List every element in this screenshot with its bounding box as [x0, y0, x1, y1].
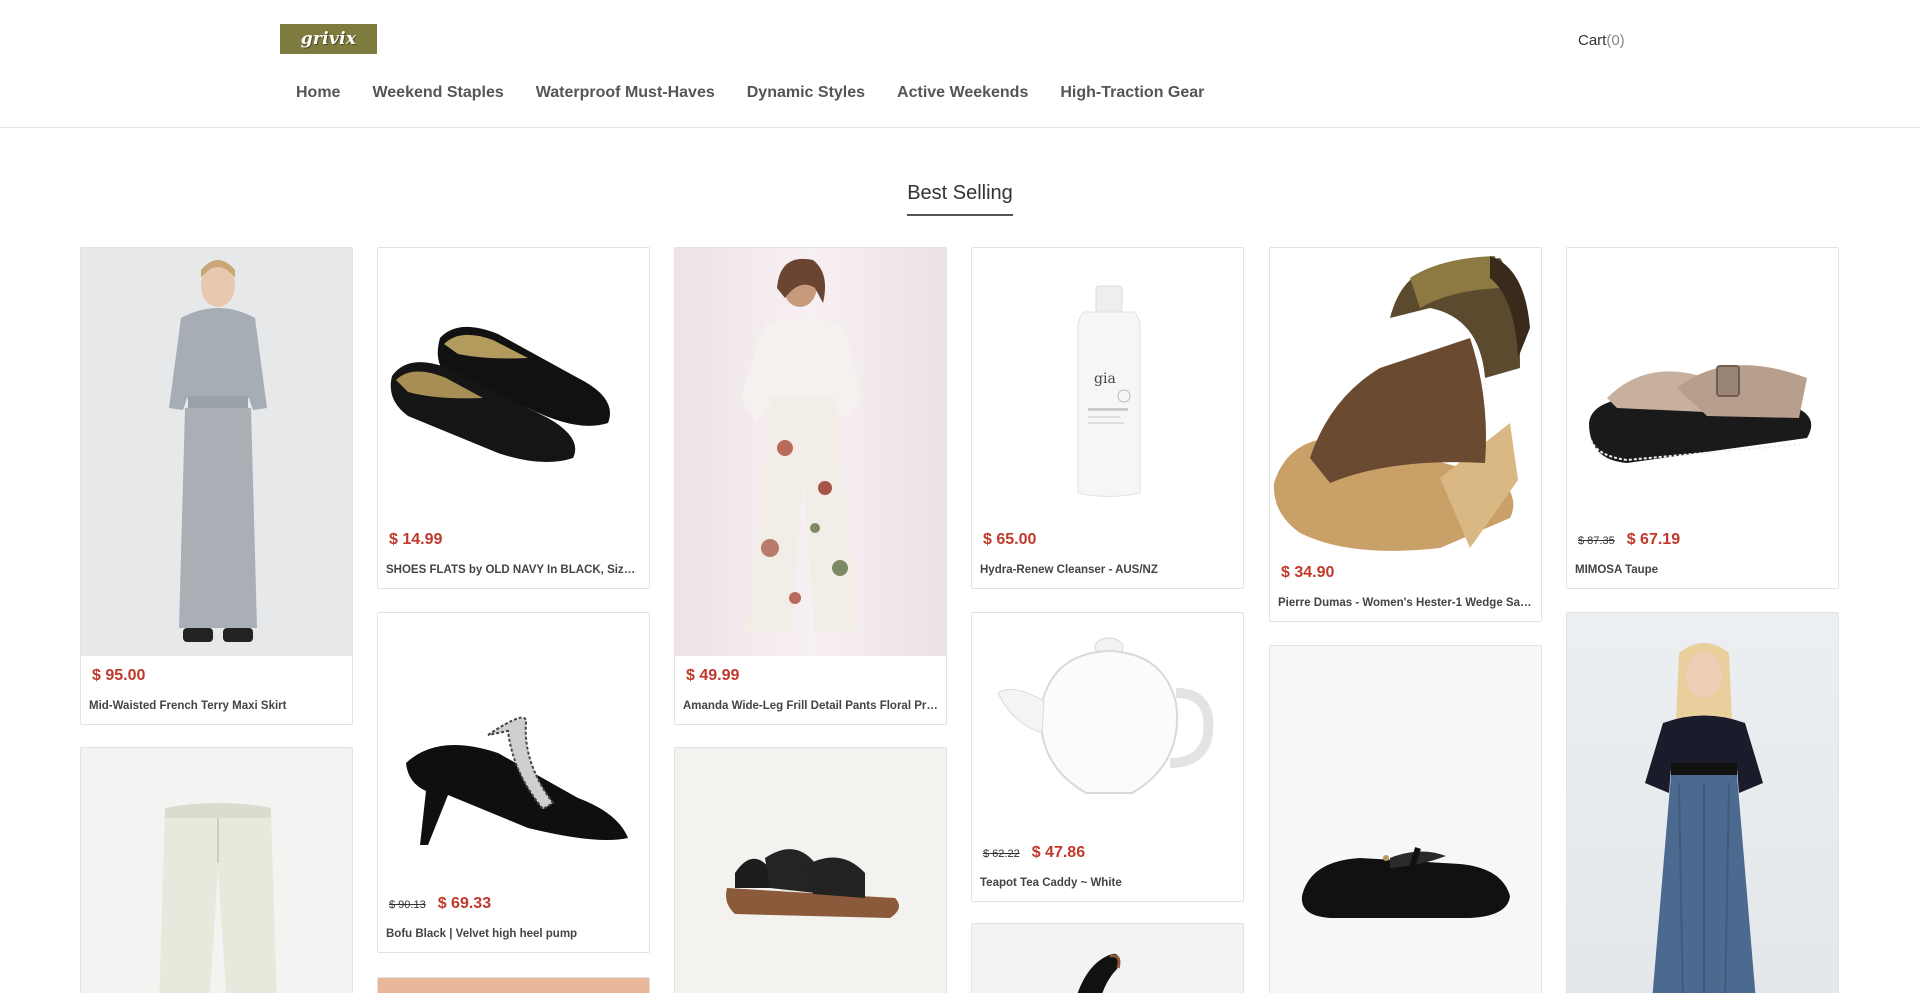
model-grey-hoodie-skirt-icon — [169, 260, 267, 642]
product-old-price: $ 87.35 — [1578, 535, 1615, 547]
white-teapot-caddy-icon — [997, 637, 1214, 794]
black-velvet-pump-icon — [406, 716, 628, 845]
black-strap-sandal-icon — [726, 849, 899, 918]
svg-text:gia: gia — [1094, 371, 1116, 387]
product-price: $ 34.90 — [1281, 564, 1335, 581]
product-image[interactable] — [378, 248, 649, 520]
model-floral-wide-pants-icon — [741, 258, 861, 633]
model-denim-skirt-icon — [1645, 643, 1763, 993]
product-image[interactable] — [972, 924, 1243, 993]
taupe-strap-sandal-icon — [1589, 365, 1812, 463]
price-row: $ 34.90 — [1270, 553, 1541, 591]
product-image[interactable] — [675, 248, 946, 656]
nav-item-active-weekends[interactable]: Active Weekends — [881, 84, 1044, 102]
bronze-wedge-sandal-icon — [1273, 256, 1530, 551]
product-card[interactable]: $ 90.13 $ 69.33 Bofu Black | Velvet high … — [377, 612, 650, 953]
product-price: $ 14.99 — [389, 531, 443, 548]
product-old-price: $ 90.13 — [389, 899, 426, 911]
peach-product-icon[interactable] — [378, 978, 649, 993]
logo[interactable]: grivix — [280, 24, 377, 54]
product-card[interactable] — [971, 923, 1244, 993]
nav-item-dynamic-styles[interactable]: Dynamic Styles — [731, 84, 881, 102]
black-leather-pump-icon — [1077, 953, 1121, 993]
product-card[interactable] — [80, 747, 353, 993]
nav-item-high-traction-gear[interactable]: High-Traction Gear — [1044, 84, 1220, 102]
product-image[interactable] — [1567, 248, 1838, 520]
product-price: $ 49.99 — [686, 667, 740, 684]
product-name[interactable]: Teapot Tea Caddy ~ White — [972, 871, 1243, 901]
price-row: $ 87.35 $ 67.19 — [1567, 520, 1838, 558]
product-price: $ 47.86 — [1031, 844, 1086, 861]
product-image[interactable] — [972, 613, 1243, 833]
product-image[interactable]: gia — [972, 248, 1243, 520]
product-name[interactable]: SHOES FLATS by OLD NAVY In BLACK, Size: … — [378, 558, 649, 588]
cart-link[interactable]: Cart(0) — [1578, 32, 1625, 49]
product-image[interactable] — [81, 248, 352, 656]
product-price: $ 95.00 — [92, 667, 146, 684]
product-image[interactable] — [81, 748, 352, 993]
product-price: $ 65.00 — [983, 531, 1037, 548]
product-card[interactable] — [674, 747, 947, 993]
product-card[interactable]: $ 62.22 $ 47.86 Teapot Tea Caddy ~ White — [971, 612, 1244, 902]
price-row: $ 90.13 $ 69.33 — [378, 884, 649, 922]
nav-item-waterproof-must-haves[interactable]: Waterproof Must-Haves — [520, 84, 731, 102]
product-name[interactable]: MIMOSA Taupe — [1567, 558, 1838, 588]
product-old-price: $ 62.22 — [983, 848, 1020, 860]
price-row: $ 62.22 $ 47.86 — [972, 833, 1243, 871]
main-nav: Home Weekend Staples Waterproof Must-Hav… — [280, 84, 1220, 102]
black-suede-flats-icon — [390, 326, 610, 462]
product-card[interactable] — [1566, 612, 1839, 993]
cart-count: (0) — [1606, 32, 1625, 49]
black-mary-jane-flat-icon — [1301, 847, 1510, 918]
product-card[interactable] — [1269, 645, 1542, 993]
product-name[interactable]: Amanda Wide-Leg Frill Detail Pants Flora… — [675, 694, 946, 724]
product-name[interactable]: Bofu Black | Velvet high heel pump — [378, 922, 649, 952]
price-row: $ 95.00 — [81, 656, 352, 694]
price-row: $ 49.99 — [675, 656, 946, 694]
cream-trousers-icon — [159, 803, 277, 993]
section-title-text: Best Selling — [907, 182, 1013, 216]
product-image[interactable] — [1270, 248, 1541, 553]
logo-text: grivix — [300, 29, 357, 49]
product-name[interactable]: Pierre Dumas - Women's Hester-1 Wedge Sa… — [1270, 591, 1541, 621]
product-card[interactable]: $ 34.90 Pierre Dumas - Women's Hester-1 … — [1269, 247, 1542, 622]
product-name[interactable]: Hydra-Renew Cleanser - AUS/NZ — [972, 558, 1243, 588]
product-card[interactable]: gia $ 65.00 Hydra-Renew Cleanser - AUS/N… — [971, 247, 1244, 589]
product-image[interactable] — [378, 613, 649, 884]
product-card[interactable]: $ 95.00 Mid-Waisted French Terry Maxi Sk… — [80, 247, 353, 725]
product-name[interactable]: Mid-Waisted French Terry Maxi Skirt — [81, 694, 352, 724]
section-title: Best Selling — [0, 182, 1920, 216]
nav-item-home[interactable]: Home — [280, 84, 356, 102]
price-row: $ 65.00 — [972, 520, 1243, 558]
product-card[interactable]: $ 87.35 $ 67.19 MIMOSA Taupe — [1566, 247, 1839, 589]
cart-label: Cart — [1578, 32, 1607, 49]
product-price: $ 67.19 — [1626, 531, 1681, 548]
product-card[interactable]: $ 49.99 Amanda Wide-Leg Frill Detail Pan… — [674, 247, 947, 725]
nav-item-weekend-staples[interactable]: Weekend Staples — [356, 84, 519, 102]
product-image[interactable] — [1270, 646, 1541, 993]
product-card[interactable]: $ 14.99 SHOES FLATS by OLD NAVY In BLACK… — [377, 247, 650, 589]
site-header: grivix Cart(0) Home Weekend Staples Wate… — [0, 0, 1920, 128]
price-row: $ 14.99 — [378, 520, 649, 558]
cleanser-bottle-icon: gia — [1077, 285, 1141, 497]
product-price: $ 69.33 — [437, 895, 492, 912]
product-image[interactable] — [675, 748, 946, 993]
product-card[interactable] — [377, 977, 650, 993]
product-image[interactable] — [1567, 613, 1838, 993]
